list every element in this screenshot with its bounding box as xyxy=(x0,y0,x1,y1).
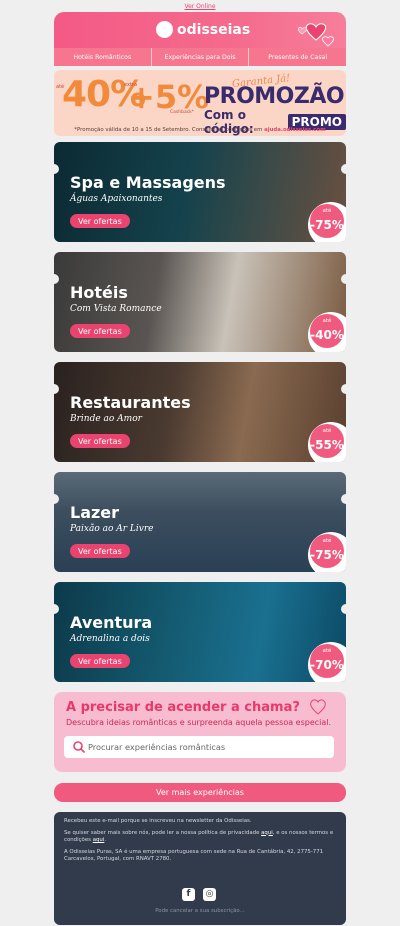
nav-item-couple-gifts[interactable]: Presentes de Casal xyxy=(249,48,346,66)
badge-value: -70% xyxy=(310,658,344,672)
category-card-adventure[interactable]: Aventura Adrenalina a dois Ver ofertas a… xyxy=(54,582,346,682)
promo-title: PROMOZÃO xyxy=(204,84,345,109)
header: odisseias Hotéis Românticos Experiências… xyxy=(54,12,346,66)
footer-line-2: Se quiser saber mais sobre nós, pode ler… xyxy=(64,829,334,844)
badge-value: -40% xyxy=(310,328,344,342)
card-subtitle: Adrenalina a dois xyxy=(70,634,150,644)
see-offers-button[interactable]: Ver ofertas xyxy=(70,544,130,558)
social-links: f ◎ xyxy=(182,888,216,901)
footer-privacy-text: Se quiser saber mais sobre nós, pode ler… xyxy=(64,829,262,836)
discount-badge-inner: até -75% xyxy=(310,204,344,238)
view-online-link[interactable]: Ver Online xyxy=(0,3,400,10)
nav-item-romantic-hotels[interactable]: Hotéis Românticos xyxy=(54,48,152,66)
discount-badge-inner: até -75% xyxy=(310,534,344,568)
card-notch xyxy=(341,164,346,174)
promo-cashback-value: +5% xyxy=(128,78,210,116)
search-icon xyxy=(73,741,86,754)
logo-icon xyxy=(156,21,173,38)
category-card-restaurants[interactable]: Restaurantes Brinde ao Amor Ver ofertas … xyxy=(54,362,346,462)
category-card-leisure[interactable]: Lazer Paixão ao Ar Livre Ver ofertas até… xyxy=(54,472,346,572)
category-card-spa[interactable]: Spa e Massagens Águas Apaixonantes Ver o… xyxy=(54,142,346,242)
see-more-experiences-button[interactable]: Ver mais experiências xyxy=(54,783,346,802)
card-title: Hotéis xyxy=(70,283,128,302)
discount-badge-inner: até -40% xyxy=(310,314,344,348)
search-input[interactable]: Procurar experiências românticas xyxy=(64,736,334,758)
promo-note-text: *Promoção válida de 10 a 15 de Setembro.… xyxy=(74,127,265,133)
badge-ate: até xyxy=(322,428,332,434)
card-subtitle: Paixão ao Ar Livre xyxy=(70,524,154,534)
facebook-icon[interactable]: f xyxy=(182,888,195,901)
search-section: A precisar de acender a chama? Descubra … xyxy=(54,692,346,772)
see-offers-button[interactable]: Ver ofertas xyxy=(70,434,130,448)
card-title: Lazer xyxy=(70,503,120,522)
badge-value: -75% xyxy=(310,548,344,562)
discount-badge-inner: até -55% xyxy=(310,424,344,458)
search-title: A precisar de acender a chama? xyxy=(66,700,300,715)
card-title: Spa e Massagens xyxy=(70,173,226,192)
badge-value: -55% xyxy=(310,438,344,452)
card-notch xyxy=(341,604,346,614)
card-subtitle: Com Vista Romance xyxy=(70,304,162,314)
main-nav: Hotéis Românticos Experiências para Dois… xyxy=(54,48,346,66)
see-offers-button[interactable]: Ver ofertas xyxy=(70,654,130,668)
badge-ate: até xyxy=(322,208,332,214)
heart-outline-icon xyxy=(310,699,326,715)
footer-line-1: Recebeu este e-mail porque se inscreveu … xyxy=(64,818,252,824)
promo-note-link[interactable]: ajuda.odisseias.com xyxy=(264,127,326,133)
card-subtitle: Brinde ao Amor xyxy=(70,414,142,424)
footer-line-3: A Odisseias Puras, SA é uma empresa port… xyxy=(64,848,324,863)
see-offers-button[interactable]: Ver ofertas xyxy=(70,214,130,228)
badge-ate: até xyxy=(322,648,332,654)
card-title: Restaurantes xyxy=(70,393,191,412)
instagram-icon[interactable]: ◎ xyxy=(203,888,216,901)
search-subtitle: Descubra ideias românticas e surpreenda … xyxy=(66,718,332,727)
card-notch xyxy=(341,274,346,284)
card-notch xyxy=(341,384,346,394)
unsubscribe-link[interactable]: Pode cancelar a sua subscrição... xyxy=(54,908,346,916)
hearts-icon xyxy=(297,23,335,47)
logo-text: odisseias xyxy=(177,21,251,38)
promo-note: *Promoção válida de 10 a 15 de Setembro.… xyxy=(0,127,400,133)
see-offers-button[interactable]: Ver ofertas xyxy=(70,324,130,338)
footer: Recebeu este e-mail porque se inscreveu … xyxy=(54,812,346,925)
badge-ate: até xyxy=(322,538,332,544)
terms-link[interactable]: aqui xyxy=(93,837,105,843)
logo[interactable]: odisseias xyxy=(156,21,250,38)
discount-badge-inner: até -70% xyxy=(310,644,344,678)
category-card-hotels[interactable]: Hotéis Com Vista Romance Ver ofertas até… xyxy=(54,252,346,352)
card-title: Aventura xyxy=(70,613,153,632)
nav-item-experiences-for-two[interactable]: Experiências para Dois xyxy=(152,48,250,66)
badge-ate: até xyxy=(322,318,332,324)
badge-value: -75% xyxy=(310,218,344,232)
promo-cashback-label: Cashback* xyxy=(170,110,195,115)
card-notch xyxy=(341,494,346,504)
privacy-policy-link[interactable]: aqui xyxy=(261,830,273,836)
card-subtitle: Águas Apaixonantes xyxy=(70,194,163,204)
